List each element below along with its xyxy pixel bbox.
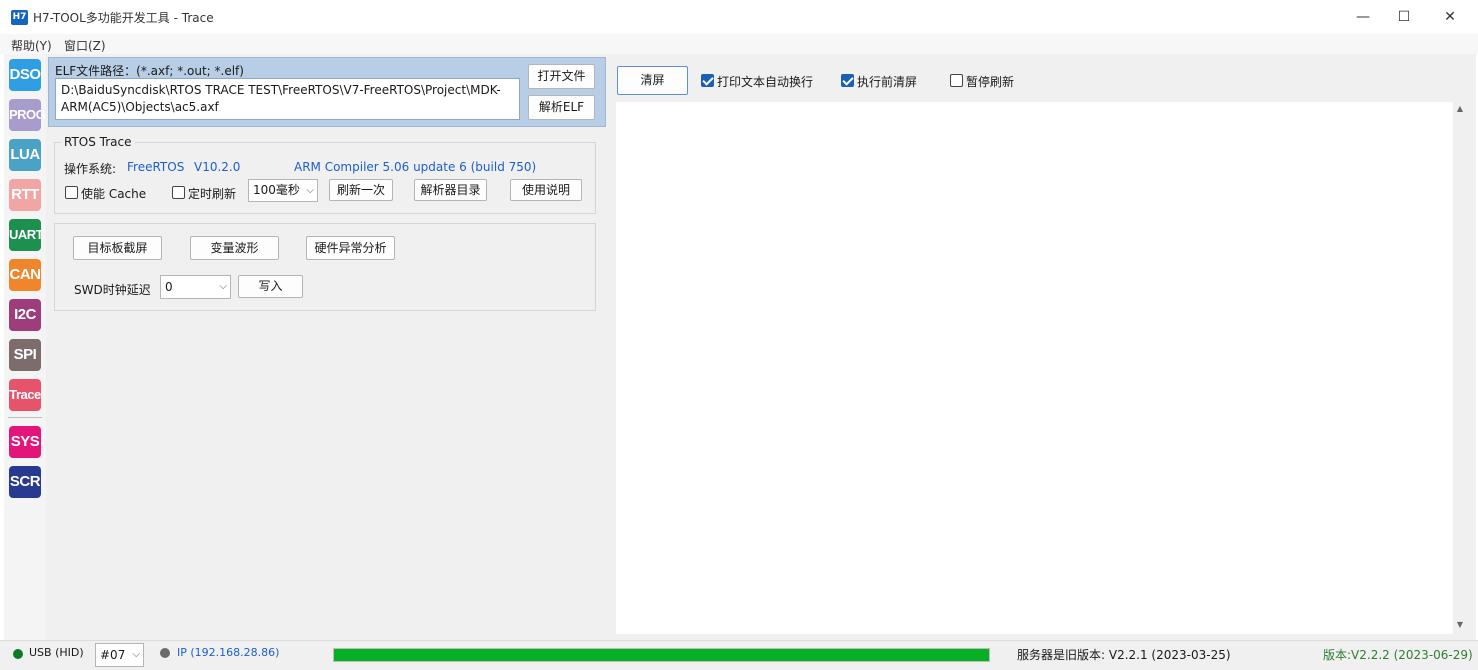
chevron-down-icon: ⌵ xyxy=(219,281,227,292)
output-text-area[interactable] xyxy=(616,102,1453,634)
ip-status-label: IP (192.168.28.86) xyxy=(177,646,280,659)
chevron-down-icon: ⌵ xyxy=(132,649,140,660)
menu-help[interactable]: 帮助(Y) xyxy=(11,37,52,54)
chevron-down-icon: ⌵ xyxy=(306,185,314,196)
close-button[interactable]: ✕ xyxy=(1427,0,1473,34)
parse-elf-button[interactable]: 解析ELF xyxy=(528,95,595,120)
clear-screen-button[interactable]: 清屏 xyxy=(617,66,688,95)
app-logo-icon: H7 xyxy=(11,10,28,25)
tool-scr-button[interactable]: SCR xyxy=(9,466,41,498)
write-button[interactable]: 写入 xyxy=(238,275,303,298)
open-file-button[interactable]: 打开文件 xyxy=(528,64,595,89)
elf-path-label: ELF文件路径：(*.axf; *.out; *.elf) xyxy=(55,64,244,78)
tool-prog-button[interactable]: PROG xyxy=(9,99,46,131)
refresh-interval-select[interactable]: 100毫秒 ⌵ xyxy=(248,179,318,202)
scroll-down-icon[interactable]: ▼ xyxy=(1453,620,1467,634)
window-title: H7-TOOL多功能开发工具 - Trace xyxy=(33,11,214,25)
ip-status-icon xyxy=(160,648,170,658)
tools-group: 目标板截屏 变量波形 硬件异常分析 SWD时钟延迟 0 ⌵ 写入 xyxy=(54,223,596,311)
os-label: 操作系统: xyxy=(64,162,117,176)
tool-uart-button[interactable]: UART xyxy=(9,219,44,251)
fault-analysis-button[interactable]: 硬件异常分析 xyxy=(306,236,395,260)
device-value: #07 xyxy=(100,648,126,662)
trace-config-panel: ELF文件路径：(*.axf; *.out; *.elf) D:\BaiduSy… xyxy=(46,54,608,640)
cache-checkbox[interactable] xyxy=(65,186,78,199)
maximize-button[interactable]: ☐ xyxy=(1381,0,1427,34)
manual-button[interactable]: 使用说明 xyxy=(510,179,582,201)
usb-status-icon xyxy=(13,649,23,659)
tool-i2c-button[interactable]: I2C xyxy=(9,299,41,331)
tool-lua-button[interactable]: LUA xyxy=(9,139,41,171)
os-name: FreeRTOS xyxy=(127,160,185,174)
tool-trace-button[interactable]: Trace xyxy=(9,379,41,411)
rtos-trace-title: RTOS Trace xyxy=(61,135,135,149)
tool-sys-button[interactable]: SYS xyxy=(9,426,41,458)
refresh-interval-value: 100毫秒 xyxy=(253,183,300,197)
menu-window[interactable]: 窗口(Z) xyxy=(64,37,106,54)
toolbar-divider xyxy=(8,417,42,418)
os-version: V10.2.0 xyxy=(194,160,241,174)
usb-status-label: USB (HID) xyxy=(29,646,84,659)
clear-before-run-checkbox[interactable] xyxy=(841,74,854,87)
progress-bar xyxy=(333,648,990,662)
progress-fill xyxy=(334,649,989,661)
swd-delay-select[interactable]: 0 ⌵ xyxy=(160,275,231,299)
timer-refresh-label: 定时刷新 xyxy=(188,187,237,201)
output-panel: 清屏 打印文本自动换行 执行前清屏 暂停刷新 ▲ ▼ xyxy=(608,54,1476,640)
server-version-text: 服务器是旧版本: V2.2.1 (2023-03-25) xyxy=(1017,648,1231,662)
timer-refresh-checkbox[interactable] xyxy=(172,186,185,199)
app-version-text: 版本:V2.2.2 (2023-06-29) xyxy=(1323,648,1473,662)
tool-spi-button[interactable]: SPI xyxy=(9,339,41,371)
pause-refresh-checkbox[interactable] xyxy=(950,74,963,87)
rtos-trace-group: RTOS Trace 操作系统: FreeRTOS V10.2.0 ARM Co… xyxy=(54,135,596,214)
elf-file-section: ELF文件路径：(*.axf; *.out; *.elf) D:\BaiduSy… xyxy=(48,57,606,127)
swd-delay-value: 0 xyxy=(165,280,173,294)
status-bar: USB (HID) #07 ⌵ IP (192.168.28.86) 服务器是旧… xyxy=(0,640,1478,670)
title-bar: H7 H7-TOOL多功能开发工具 - Trace — ☐ ✕ xyxy=(0,0,1478,34)
swd-delay-label: SWD时钟延迟 xyxy=(74,283,151,297)
minimize-button[interactable]: — xyxy=(1340,0,1386,34)
menu-bar: 帮助(Y) 窗口(Z) xyxy=(0,34,1478,54)
tool-rtt-button[interactable]: RTT xyxy=(9,179,41,211)
device-select[interactable]: #07 ⌵ xyxy=(95,643,144,667)
wrap-text-checkbox[interactable] xyxy=(701,74,714,87)
screenshot-button[interactable]: 目标板截屏 xyxy=(73,236,162,260)
pause-refresh-label: 暂停刷新 xyxy=(966,75,1015,89)
parser-dir-button[interactable]: 解析器目录 xyxy=(414,179,487,201)
tool-sidebar: DSO PROG LUA RTT UART CAN I2C SPI Trace … xyxy=(4,54,46,640)
compiler-info: ARM Compiler 5.06 update 6 (build 750) xyxy=(294,160,537,174)
waveform-button[interactable]: 变量波形 xyxy=(190,236,279,260)
wrap-text-label: 打印文本自动换行 xyxy=(717,75,814,89)
tool-dso-button[interactable]: DSO xyxy=(9,59,41,91)
scroll-up-icon[interactable]: ▲ xyxy=(1453,104,1467,118)
clear-before-run-label: 执行前清屏 xyxy=(857,75,918,89)
cache-label: 使能 Cache xyxy=(81,187,147,201)
tool-can-button[interactable]: CAN xyxy=(9,259,41,291)
elf-path-field[interactable]: D:\BaiduSyncdisk\RTOS TRACE TEST\FreeRTO… xyxy=(55,78,520,120)
refresh-once-button[interactable]: 刷新一次 xyxy=(329,179,393,201)
